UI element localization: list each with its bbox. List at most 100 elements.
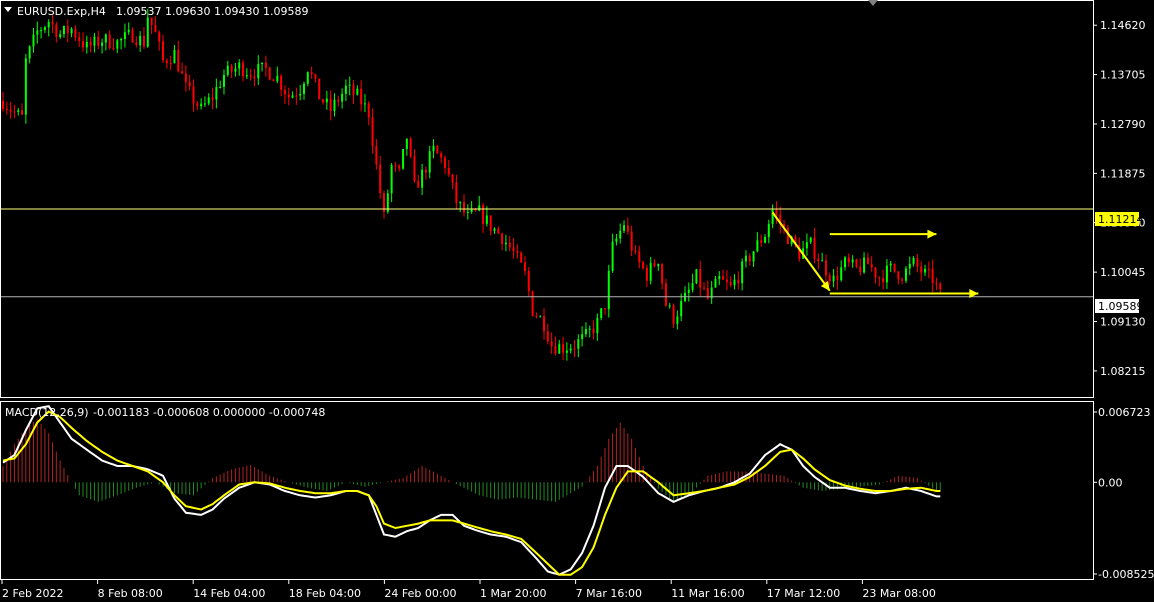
- candle-body: [108, 34, 111, 48]
- candle-body: [664, 283, 667, 306]
- candle-body: [478, 205, 481, 211]
- candle-body: [874, 267, 877, 278]
- candle-body: [718, 276, 721, 279]
- candle-body: [668, 305, 671, 307]
- candle-body: [744, 255, 747, 262]
- candle-body: [588, 328, 591, 330]
- candle-body: [863, 257, 866, 273]
- candle-body: [295, 95, 298, 97]
- macd-tick-label: 0.006723: [1098, 406, 1151, 419]
- price-tick-label: 1.08215: [1100, 365, 1146, 378]
- candle-body: [764, 237, 766, 243]
- candle-body: [272, 79, 275, 82]
- candle-body: [504, 242, 507, 245]
- trading-chart[interactable]: 1.146201.137051.127901.118751.109601.100…: [0, 0, 1154, 602]
- macd-tick-label: -0.008525: [1098, 568, 1154, 581]
- candle-body: [116, 40, 119, 49]
- candle-body: [752, 251, 755, 262]
- candle-body: [543, 316, 546, 332]
- candle-body: [722, 276, 725, 280]
- candle-body: [21, 110, 24, 115]
- candle-body: [927, 268, 930, 270]
- candle-body: [318, 78, 321, 100]
- candle-body: [844, 257, 847, 268]
- candle-body: [847, 257, 850, 263]
- candle-body: [85, 41, 88, 48]
- candle-body: [546, 331, 549, 342]
- candle-body: [356, 88, 359, 95]
- candle-body: [809, 237, 812, 243]
- candle-body: [333, 99, 336, 111]
- candle-body: [287, 94, 290, 98]
- candle-body: [474, 209, 477, 211]
- candle-body: [455, 182, 458, 204]
- candle-body: [352, 84, 355, 95]
- candle-body: [577, 339, 580, 349]
- candle-body: [101, 42, 104, 46]
- candle-body: [28, 46, 31, 59]
- candle-body: [912, 257, 915, 264]
- candle-body: [371, 117, 374, 147]
- candle-body: [634, 250, 637, 252]
- candle-body: [150, 17, 153, 26]
- candle-body: [931, 269, 934, 284]
- candle-body: [131, 29, 134, 43]
- candle-body: [760, 240, 763, 243]
- candle-body: [203, 103, 206, 105]
- candle-body: [501, 233, 504, 245]
- candle-body: [756, 240, 759, 252]
- candle-body: [192, 86, 195, 104]
- candle-body: [82, 41, 85, 48]
- candle-body: [657, 263, 660, 267]
- candle-body: [299, 93, 302, 96]
- time-tick-label: 18 Feb 04:00: [289, 587, 361, 600]
- candle-body: [832, 275, 835, 282]
- candle-body: [62, 25, 65, 35]
- candle-body: [638, 251, 641, 263]
- candle-body: [215, 87, 218, 100]
- candle-body: [489, 215, 492, 231]
- candle-body: [405, 138, 408, 150]
- candle-body: [531, 291, 534, 316]
- candle-body: [554, 346, 557, 354]
- candle-body: [390, 165, 393, 194]
- candle-body: [36, 30, 39, 35]
- candle-body: [409, 138, 412, 157]
- candle-body: [661, 263, 664, 284]
- candle-body: [737, 279, 740, 284]
- candle-body: [337, 99, 340, 102]
- candle-body: [226, 65, 229, 75]
- candle-body: [55, 24, 58, 38]
- candle-body: [188, 82, 191, 87]
- candle-body: [242, 62, 245, 77]
- candle-body: [123, 32, 126, 39]
- candle-body: [379, 164, 382, 194]
- candle-body: [43, 27, 46, 31]
- candle-body: [535, 315, 538, 317]
- candle-body: [592, 328, 595, 334]
- candle-body: [851, 259, 854, 263]
- candle-body: [291, 95, 294, 98]
- candle-body: [550, 341, 553, 347]
- candle-body: [207, 97, 210, 104]
- candle-body: [268, 67, 271, 80]
- candle-body: [211, 97, 214, 100]
- ohlc-values: 1.09537 1.09630 1.09430 1.09589: [116, 5, 308, 18]
- candle-body: [840, 267, 843, 281]
- candle-body: [642, 262, 645, 269]
- macd-tick-label: 0.00: [1098, 476, 1123, 489]
- time-tick-label: 1 Mar 20:00: [480, 587, 546, 600]
- candle-body: [512, 247, 515, 252]
- candle-body: [120, 38, 123, 41]
- candle-body: [653, 263, 656, 267]
- candle-body: [436, 145, 439, 154]
- candle-body: [238, 62, 241, 69]
- candle-body: [908, 263, 911, 269]
- candle-body: [676, 316, 679, 324]
- candle-body: [516, 251, 519, 253]
- candle-body: [626, 225, 629, 232]
- candle-body: [5, 108, 8, 110]
- candle-body: [855, 259, 858, 267]
- candle-body: [866, 257, 869, 265]
- candle-body: [935, 283, 938, 285]
